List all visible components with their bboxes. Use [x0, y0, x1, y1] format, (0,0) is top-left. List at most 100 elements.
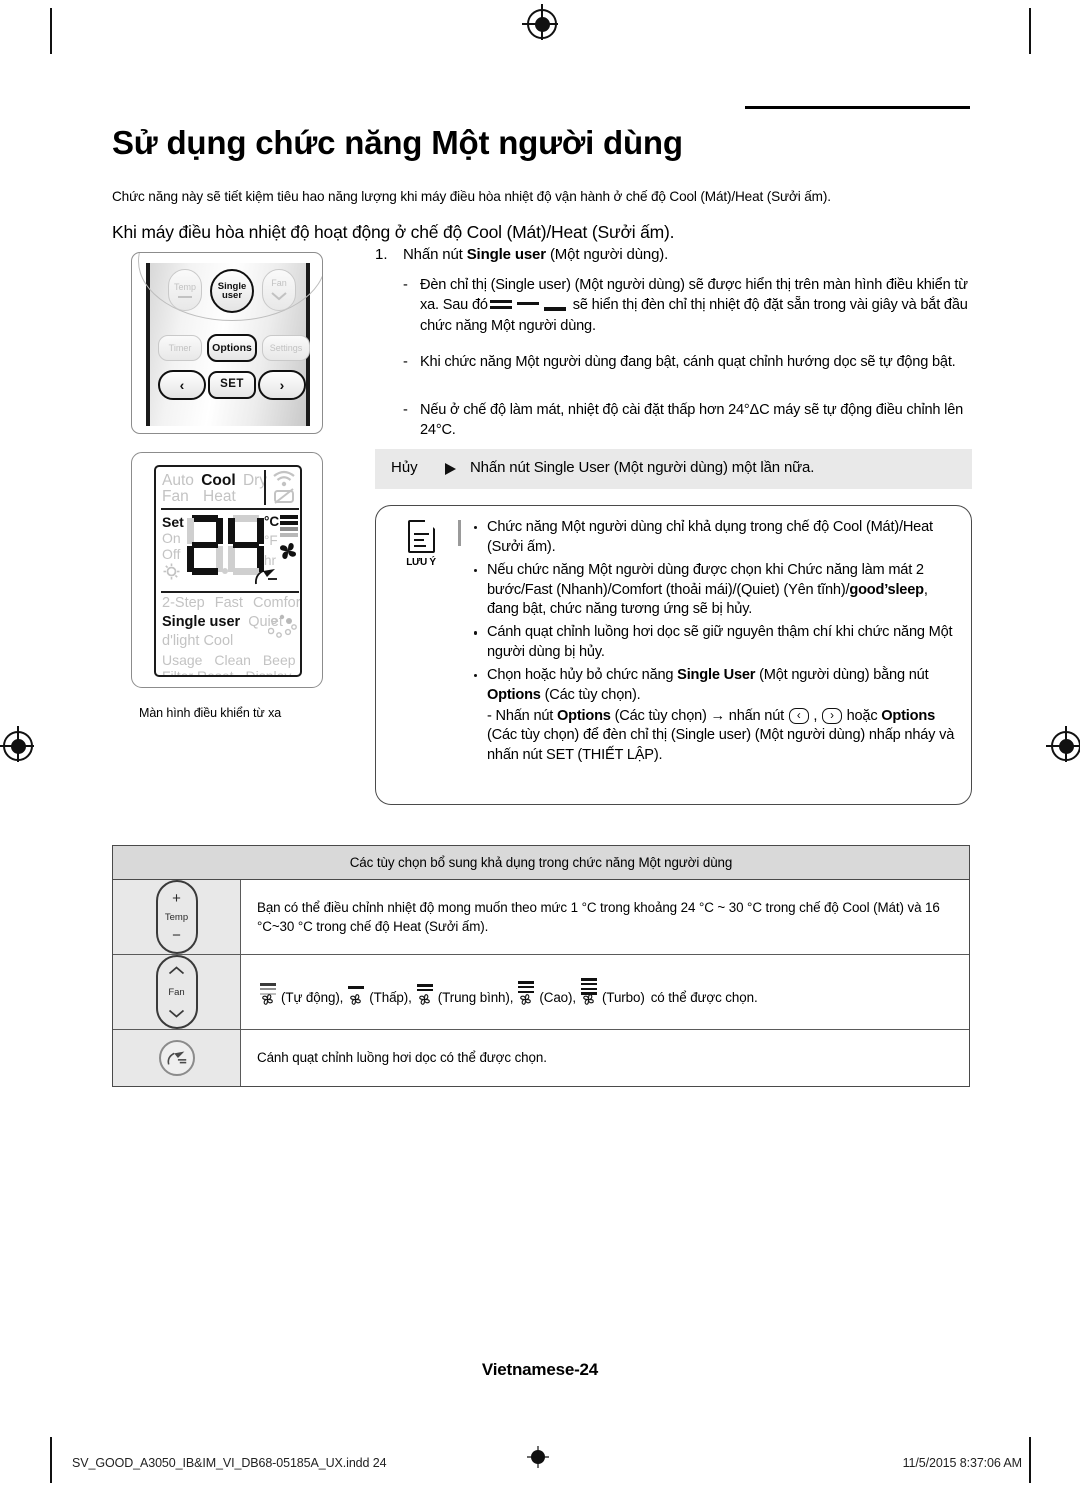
table-cell-text: Bạn có thể điều chỉnh nhiệt độ mong muốn…: [257, 899, 940, 934]
note-sub-bold-b: Options: [881, 707, 936, 724]
lcd-display-figure: Auto Cool Dry Fan Heat Set On Off °C °F …: [131, 452, 323, 688]
fan-speed-medium-label: (Trung bình),: [437, 989, 514, 1005]
fan-speed-suffix: có thể được chọn.: [650, 989, 758, 1005]
remote-options-button[interactable]: Options: [207, 334, 257, 362]
chevron-down-icon: [271, 292, 287, 301]
note-item-4-bold-a: Single User: [677, 666, 756, 683]
fan-speed-item: (Cao),: [515, 977, 576, 1007]
table-row: Fan (Tự động), (Thấp), (Trung bình), (Ca…: [113, 955, 969, 1030]
page-label: Vietnamese-24: [481, 1360, 599, 1379]
cancel-bar: Hủy Nhấn nút Single User (Một người dùng…: [375, 449, 972, 489]
lcd-features-row-3: d'light Cool: [162, 633, 233, 649]
step-heading-bold: Single user: [466, 246, 546, 263]
note-sub-e: (Các tùy chọn) để đèn chỉ thị (Single us…: [487, 727, 955, 764]
pinwheel-icon: [583, 994, 594, 1005]
key-left-arrow-icon: ‹: [788, 707, 809, 724]
intro-paragraph-1: Chức năng này sẽ tiết kiệm tiêu hao năng…: [112, 188, 831, 204]
wifi-icon: [273, 470, 295, 487]
remote-fan-label: Fan: [271, 278, 287, 288]
lcd-feature-clean: Clean: [214, 652, 251, 668]
options-table-header: Các tùy chọn bổ sung khả dụng trong chức…: [113, 846, 969, 880]
lcd-mode-heat: Heat: [203, 488, 236, 505]
fan-speed-auto-icon: [257, 977, 279, 1007]
manual-page: Sử dụng chức năng Một người dùng Chức nă…: [0, 0, 1080, 1491]
arrow-right-filled-icon: [445, 463, 456, 475]
remote-fan-button[interactable]: Fan: [262, 269, 296, 311]
fan-speed-medium-icon: [414, 977, 436, 1007]
plus-icon: +: [172, 890, 181, 907]
chevron-up-icon: [168, 966, 185, 975]
fan-icon-label: Fan: [168, 986, 185, 998]
purifier-bubbles-icon: [268, 614, 297, 638]
fan-speed-low-label: (Thấp),: [369, 989, 412, 1005]
remote-set-label: SET: [220, 378, 244, 391]
remote-right-arrow-button[interactable]: ›: [258, 370, 306, 400]
sub-dash-3: -: [403, 402, 408, 418]
remote-control-figure: Temp Fan Single user Timer Options Setti…: [131, 252, 323, 434]
fan-speed-low-icon: [345, 977, 367, 1007]
remote-single-user-button[interactable]: Single user: [210, 269, 254, 313]
note-box: LƯU Ý Chức năng Một người dùng chỉ khả d…: [375, 505, 972, 805]
note-document-lines: [413, 533, 429, 551]
airflow-button-icon: [158, 1040, 195, 1076]
sub-dash-2: -: [403, 354, 408, 370]
note-item-2-bold: good’sleep: [849, 581, 924, 598]
remote-timer-button[interactable]: Timer: [158, 335, 202, 361]
fan-speed-auto-label: (Tự động),: [281, 989, 344, 1005]
lcd-label-off: Off: [162, 546, 181, 562]
temp-button-icon: + Temp −: [155, 880, 198, 954]
lcd-fan-speed-bars: [280, 515, 298, 539]
temp-icon-label: Temp: [164, 911, 189, 923]
lcd-features-row-2: Single user Quiet: [162, 614, 283, 630]
remote-options-label: Options: [212, 341, 252, 354]
remote-set-button[interactable]: SET: [208, 371, 256, 399]
note-icon-label: LƯU Ý: [406, 557, 436, 568]
crop-mark-bottom-left: [50, 1437, 52, 1483]
note-item-4-bold-b: Options: [487, 686, 541, 703]
lcd-top-divider: [161, 508, 299, 510]
lcd-mode-fan: Fan: [162, 488, 189, 505]
footer-file-name: SV_GOOD_A3050_IB&IM_VI_DB68-05185A_UX.in…: [72, 1456, 387, 1470]
cancel-label: Hủy: [391, 459, 418, 476]
airflow-icon: [254, 569, 277, 585]
fan-speed-high-icon: [515, 977, 537, 1007]
lcd-features-row-4: Usage Clean Beep: [162, 652, 296, 668]
arrow-right-icon: ›: [279, 377, 285, 393]
fan-speed-item: (Turbo): [578, 977, 645, 1007]
step-number: 1.: [375, 246, 388, 263]
minus-icon: [178, 295, 192, 298]
lcd-digit-ones: [228, 515, 264, 575]
lcd-label-on: On: [162, 530, 181, 546]
footer-timestamp: 11/5/2015 8:37:06 AM: [902, 1456, 1023, 1470]
fan-speed-turbo-icon: [578, 977, 600, 1007]
note-item-1-text: Chức năng Một người dùng chỉ khả dụng tr…: [487, 519, 933, 555]
note-sub-a: - Nhấn nút: [487, 707, 557, 724]
lcd-features-row-1: 2-Step Fast Comfort: [162, 595, 300, 611]
lcd-feature-beep: Beep: [262, 652, 296, 668]
fan-speed-item: (Tự động),: [257, 977, 343, 1007]
lcd-decimal-point: [222, 568, 228, 574]
remote-left-arrow-button[interactable]: ‹: [158, 370, 206, 400]
fan-speed-item: (Thấp),: [345, 977, 412, 1007]
no-display-icon: [274, 488, 294, 504]
remote-settings-label: Settings: [269, 342, 303, 353]
sub-text-2: Khi chức năng Một người dùng đang bật, c…: [420, 354, 956, 370]
note-item-4-subline: - Nhấn nút Options (Các tùy chọn) → nhấn…: [487, 707, 958, 767]
minus-icon: −: [172, 927, 181, 944]
remote-temp-label: Temp: [173, 281, 196, 292]
fan-speed-item: (Trung bình),: [414, 977, 514, 1007]
remote-temp-button[interactable]: Temp: [168, 269, 202, 311]
remote-settings-button[interactable]: Settings: [262, 335, 310, 361]
note-list: Chức năng Một người dùng chỉ khả dụng tr…: [472, 518, 958, 769]
cancel-instruction: Nhấn nút Single User (Một người dùng) mộ…: [470, 459, 815, 476]
intro-paragraph-2: Khi máy điều hòa nhiệt độ hoạt động ở ch…: [112, 221, 675, 242]
note-item: Cánh quạt chỉnh luồng hơi dọc sẽ giữ ngu…: [472, 623, 958, 663]
fan-speed-high-label: (Cao),: [539, 989, 576, 1005]
lcd-feature-display: Display: [245, 668, 292, 677]
chevron-down-icon: [168, 1009, 185, 1018]
lcd-feature-usage: Usage: [162, 652, 203, 668]
lcd-mode-row-2: Fan Heat: [162, 488, 236, 506]
note-divider: [458, 520, 461, 546]
lcd-mode-auto: Auto: [162, 472, 194, 489]
sub-dash-1: -: [403, 277, 408, 293]
